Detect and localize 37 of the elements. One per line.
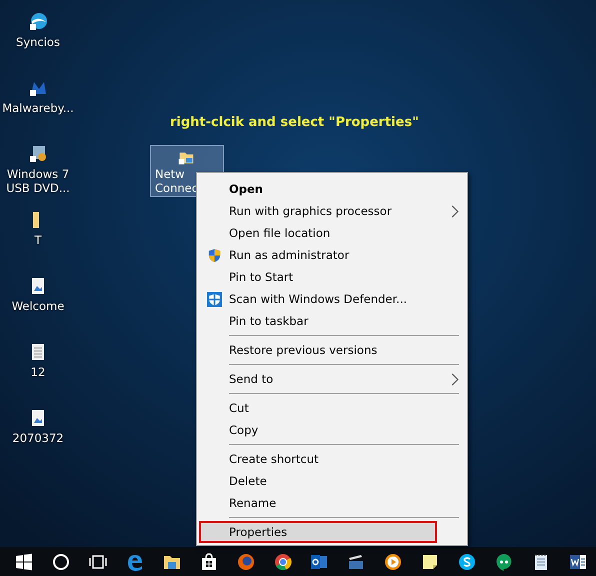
icon-label: Malwareby... bbox=[2, 101, 74, 115]
installer-icon[interactable] bbox=[28, 144, 48, 164]
menu-item[interactable]: Properties bbox=[199, 521, 437, 543]
icon-label: Welcome bbox=[12, 299, 64, 313]
menu-item[interactable]: Send to bbox=[199, 368, 465, 390]
menu-item[interactable]: Open file location bbox=[199, 222, 465, 244]
menu-item[interactable]: Cut bbox=[199, 397, 465, 419]
shield-icon bbox=[206, 248, 222, 262]
menu-item[interactable]: Create shortcut bbox=[199, 448, 465, 470]
menu-item[interactable]: Scan with Windows Defender... bbox=[199, 288, 465, 310]
icon-label: 2070372 bbox=[12, 431, 64, 445]
search-icon[interactable] bbox=[51, 552, 72, 572]
chrome-icon[interactable] bbox=[272, 552, 293, 572]
icon-label: Netw bbox=[155, 167, 185, 181]
icon-label: Connec bbox=[155, 181, 198, 195]
menu-item[interactable]: Pin to taskbar bbox=[199, 310, 465, 332]
menu-item[interactable]: Copy bbox=[199, 419, 465, 441]
annotation-text: right-clcik and select "Properties" bbox=[170, 115, 419, 130]
icon-label: 12 bbox=[30, 365, 46, 379]
icon-label: T bbox=[34, 233, 42, 247]
menu-item[interactable]: Run as administrator bbox=[199, 244, 465, 266]
skype-icon[interactable] bbox=[456, 552, 477, 572]
icon-label: Windows 7 USB DVD... bbox=[6, 167, 70, 195]
menu-item[interactable]: Pin to Start bbox=[199, 266, 465, 288]
wave-icon[interactable] bbox=[28, 12, 48, 32]
chevron-right-icon bbox=[451, 372, 459, 386]
defender-icon bbox=[206, 292, 222, 306]
windows-logo-icon[interactable] bbox=[14, 552, 34, 572]
menu-item[interactable]: Run with graphics processor bbox=[199, 200, 465, 222]
play-icon[interactable] bbox=[383, 552, 404, 572]
chevron-right-icon bbox=[451, 204, 459, 218]
firefox-icon[interactable] bbox=[236, 552, 256, 572]
menu-item[interactable]: Rename bbox=[199, 492, 465, 514]
menu-item[interactable]: Delete bbox=[199, 470, 465, 492]
menu-item[interactable]: Restore previous versions bbox=[199, 339, 465, 361]
icon-label: Syncios bbox=[16, 35, 60, 49]
chat-bubble-icon[interactable] bbox=[494, 552, 514, 572]
